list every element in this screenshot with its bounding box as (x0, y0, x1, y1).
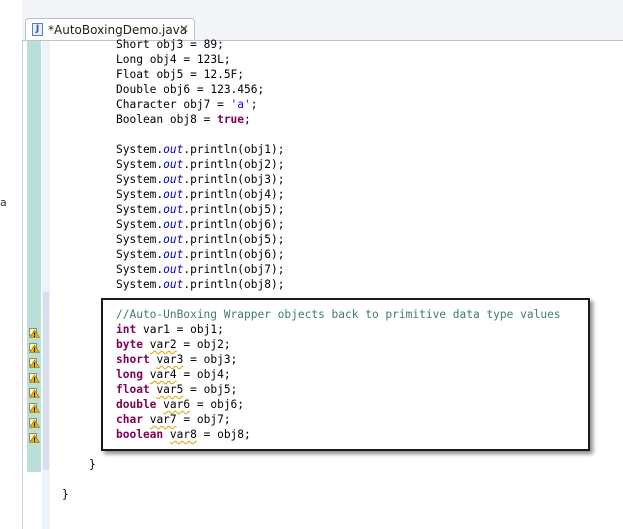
warning-icon[interactable] (28, 353, 41, 368)
code-line: System.out.println(obj6); (116, 218, 285, 231)
code-line: Long obj4 = 123L; (116, 53, 231, 66)
code-line: System.out.println(obj1); (116, 143, 285, 156)
method-close-brace: } (89, 458, 96, 471)
warning-icon[interactable] (28, 428, 41, 443)
code-line: System.out.println(obj2); (116, 158, 285, 171)
code-line: System.out.println(obj3); (116, 173, 285, 186)
code-line: System.out.println(obj5); (116, 203, 285, 216)
code-line: Boolean obj8 = true; (116, 113, 251, 126)
editor-top-border (22, 40, 623, 41)
class-close-brace: } (62, 488, 69, 501)
side-panel-text: a (0, 196, 7, 209)
code-line: System.out.println(obj5); (116, 233, 285, 246)
highlight-box (101, 298, 590, 451)
code-line: System.out.println(obj4); (116, 188, 285, 201)
code-line: System.out.println(obj8); (116, 278, 285, 291)
warning-icon[interactable] (28, 368, 41, 383)
code-line: Character obj7 = 'a'; (116, 98, 258, 111)
code-line: Double obj6 = 123.456; (116, 83, 265, 96)
close-icon[interactable]: ✕ (179, 22, 189, 36)
code-line: Float obj5 = 12.5F; (116, 68, 245, 81)
warning-icon[interactable] (28, 398, 41, 413)
selection-range-indicator (43, 292, 49, 470)
warning-icon[interactable] (28, 323, 41, 338)
code-line: Short obj3 = 89; (116, 38, 224, 51)
tab-title: *AutoBoxingDemo.java (48, 23, 188, 37)
code-line: System.out.println(obj6); (116, 248, 285, 261)
side-panel: a (0, 0, 23, 529)
warning-icon[interactable] (28, 413, 41, 428)
warning-icon[interactable] (28, 383, 41, 398)
editor-tab-bar: J *AutoBoxingDemo.java ✕ (22, 0, 623, 41)
warning-icon[interactable] (28, 338, 41, 353)
java-file-icon: J (32, 23, 43, 36)
code-line: System.out.println(obj7); (116, 263, 285, 276)
